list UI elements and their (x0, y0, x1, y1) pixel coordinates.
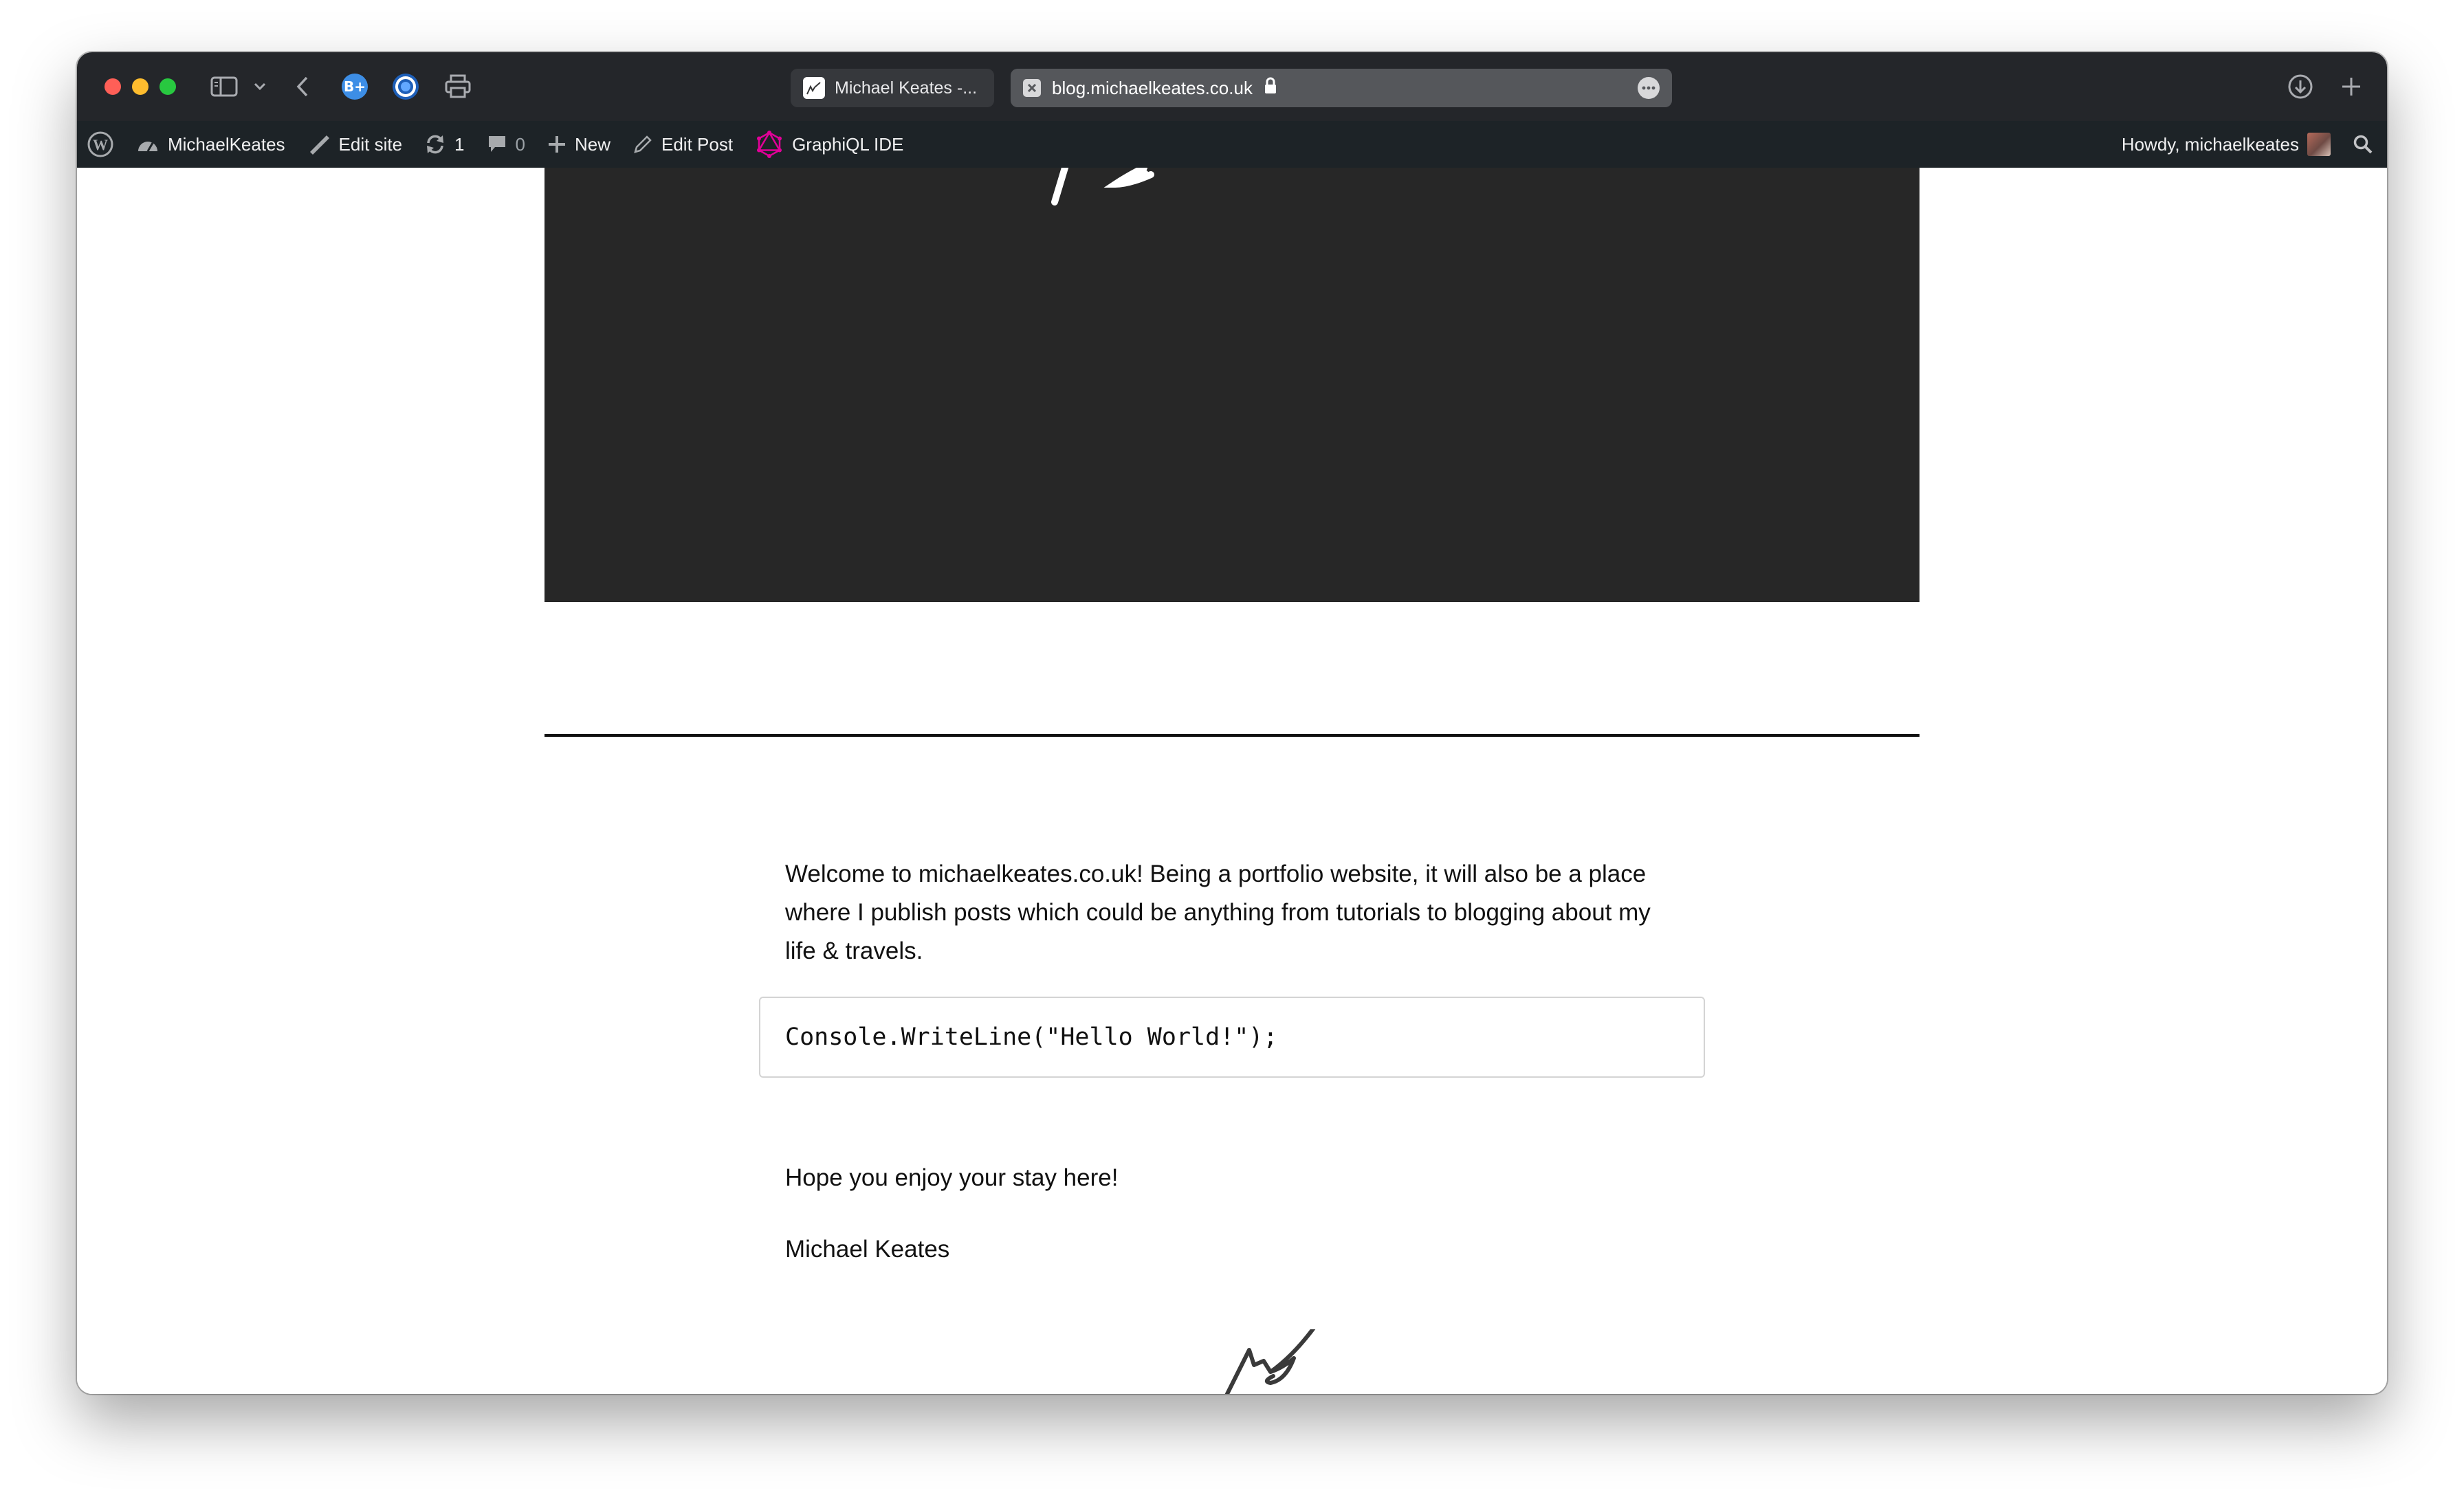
site-name-link[interactable]: MichaelKeates (125, 121, 296, 168)
pencil-icon (634, 135, 652, 153)
lock-icon (1264, 77, 1277, 100)
closing-paragraph: Hope you enjoy your stay here! (785, 1164, 1119, 1191)
brush-icon (309, 135, 329, 155)
new-label: New (574, 133, 610, 155)
new-tab-icon[interactable] (2335, 70, 2368, 103)
site-name: MichaelKeates (168, 133, 285, 155)
intro-paragraph: Welcome to michaelkeates.co.uk! Being a … (785, 861, 1651, 964)
hero-image (544, 168, 1920, 602)
back-icon[interactable] (289, 70, 316, 103)
edit-site-link[interactable]: Edit site (296, 121, 414, 168)
updates-icon (427, 135, 444, 154)
graphql-icon (757, 131, 782, 158)
shield-icon[interactable] (389, 70, 422, 103)
search-icon[interactable] (2342, 121, 2387, 168)
browser-titlebar: B+ Michael Keates -... blog.michaelkeate… (77, 52, 2387, 121)
signature-favicon-icon (803, 77, 825, 99)
howdy-label: Howdy, michaelkeates (2121, 133, 2299, 155)
separator (544, 734, 1920, 737)
account-menu[interactable]: Howdy, michaelkeates (2111, 121, 2342, 168)
address-url[interactable]: blog.michaelkeates.co.uk (1052, 78, 1253, 99)
close-tab-icon[interactable] (1023, 79, 1041, 97)
comments-count: 0 (515, 133, 525, 155)
graphiql-link[interactable]: GraphiQL IDE (744, 121, 914, 168)
page-content: Welcome to michaelkeates.co.uk! Being a … (77, 168, 2387, 1394)
wordpress-logo-icon[interactable]: W (77, 121, 125, 168)
edit-site-label: Edit site (338, 133, 403, 155)
svg-text:W: W (93, 136, 108, 153)
code-block: Console.WriteLine("Hello World!"); (759, 997, 1705, 1078)
code-text: Console.WriteLine("Hello World!"); (785, 1023, 1278, 1051)
more-options-icon[interactable] (1638, 77, 1660, 99)
print-icon[interactable] (441, 70, 474, 103)
comment-icon (488, 136, 505, 152)
dashboard-icon (138, 142, 157, 152)
browser-window: B+ Michael Keates -... blog.michaelkeate… (77, 52, 2387, 1394)
updates-count: 1 (454, 133, 465, 155)
edit-post-label: Edit Post (661, 133, 734, 155)
svg-text:B+: B+ (344, 78, 366, 95)
new-content-link[interactable]: New (536, 121, 622, 168)
author-name: Michael Keates (785, 1236, 950, 1263)
signature-image (1224, 1329, 1316, 1394)
tab-michael-keates[interactable]: Michael Keates -... (791, 69, 994, 107)
chevron-down-icon[interactable] (250, 70, 270, 103)
minimize-window-button[interactable] (132, 78, 148, 95)
sidebar-icon[interactable] (208, 70, 241, 103)
avatar (2307, 133, 2331, 156)
zoom-window-button[interactable] (160, 78, 176, 95)
graphiql-label: GraphiQL IDE (792, 133, 904, 155)
edit-post-link[interactable]: Edit Post (622, 121, 744, 168)
signature-graphic (1051, 168, 1154, 206)
extension-icon[interactable]: B+ (338, 70, 371, 103)
download-icon[interactable] (2284, 70, 2317, 103)
wordpress-admin-bar: W MichaelKeates Edit site 1 0 New Edit P… (77, 121, 2387, 168)
tab-blog[interactable]: blog.michaelkeates.co.uk (1011, 69, 1672, 107)
comments-link[interactable]: 0 (476, 121, 536, 168)
close-window-button[interactable] (104, 78, 121, 95)
plus-icon (548, 136, 565, 153)
updates-link[interactable]: 1 (413, 121, 475, 168)
tab-label: Michael Keates -... (835, 78, 978, 98)
